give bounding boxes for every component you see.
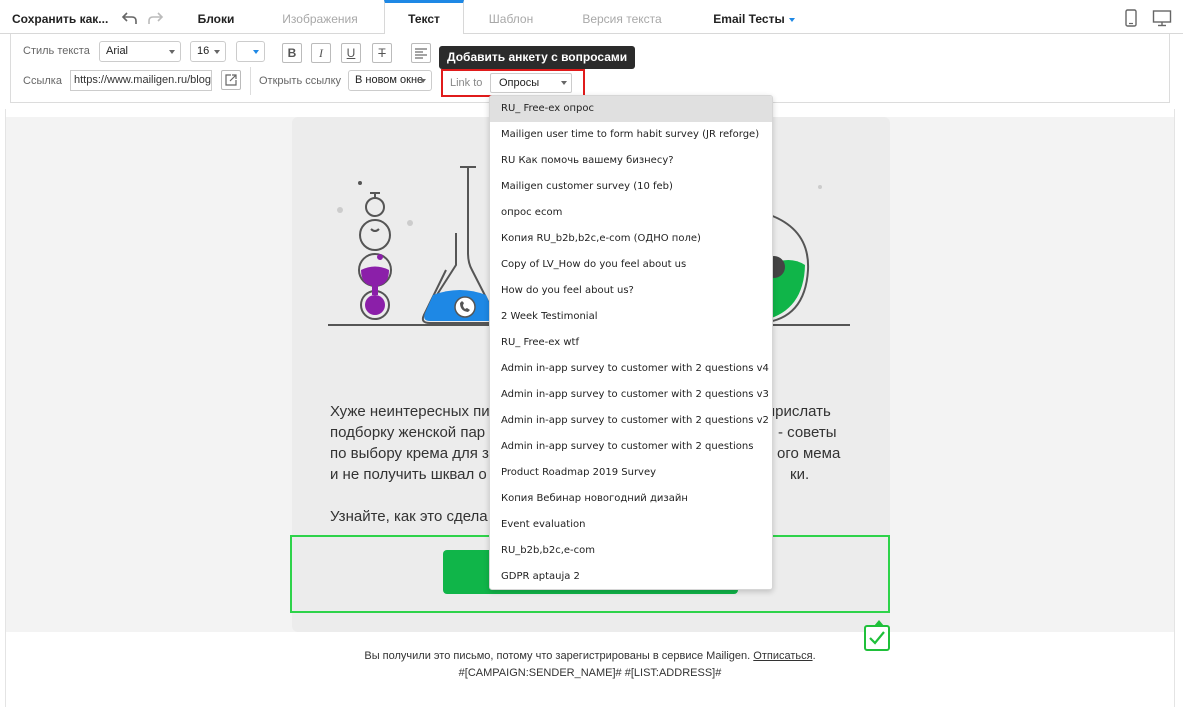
link-to-select[interactable]: Опросы bbox=[490, 73, 572, 93]
link-to-label: Link to bbox=[450, 77, 483, 89]
paragraph-line: Хуже неинтересных пи bbox=[330, 403, 490, 420]
tab-images-label: Изображения bbox=[282, 12, 358, 26]
tab-text-version[interactable]: Версия текста bbox=[570, 0, 674, 34]
paragraph-line-right: прислать bbox=[767, 403, 831, 420]
tab-text-version-label: Версия текста bbox=[582, 12, 662, 26]
font-family-select[interactable]: Arial bbox=[99, 41, 181, 62]
divider bbox=[250, 67, 251, 95]
add-survey-tooltip: Добавить анкету с вопросами bbox=[439, 46, 636, 74]
chevron-down-icon bbox=[561, 81, 567, 85]
dropdown-option[interactable]: Mailigen customer survey (10 feb) bbox=[490, 174, 772, 200]
dropdown-option[interactable]: Admin in-app survey to customer with 2 q… bbox=[490, 356, 772, 382]
dropdown-option[interactable]: GDPR aptauja 2 bbox=[490, 564, 772, 589]
top-tab-bar: Сохранить как... Блоки Изображения Текст… bbox=[0, 0, 1183, 35]
mobile-preview-icon[interactable] bbox=[1121, 9, 1141, 27]
dropdown-option[interactable]: Admin in-app survey to customer with 2 q… bbox=[490, 382, 772, 408]
dropdown-option[interactable]: Копия RU_b2b,b2c,e-com (ОДНО поле) bbox=[490, 226, 772, 252]
paragraph-line: подборку женской пар bbox=[330, 424, 486, 441]
dropdown-option[interactable]: опрос ecom bbox=[490, 200, 772, 226]
chevron-down-icon bbox=[169, 50, 175, 54]
paragraph-line: и не получить шквал о bbox=[330, 466, 487, 483]
footer-text: Вы получили это письмо, потому что зарег… bbox=[364, 650, 751, 662]
dropdown-option[interactable]: 2 Week Testimonial bbox=[490, 304, 772, 330]
save-as-button[interactable]: Сохранить как... bbox=[12, 12, 108, 26]
redo-icon[interactable] bbox=[146, 9, 164, 27]
align-left-icon bbox=[415, 48, 427, 59]
font-family-value: Arial bbox=[106, 45, 129, 57]
open-link-value: В новом окне bbox=[355, 74, 424, 86]
dropdown-option[interactable]: Mailigen user time to form habit survey … bbox=[490, 122, 772, 148]
tab-template-label: Шаблон bbox=[488, 12, 534, 26]
edit-link-button[interactable] bbox=[221, 70, 241, 90]
font-size-value: 16 bbox=[197, 45, 210, 57]
dropdown-option[interactable]: Event evaluation bbox=[490, 512, 772, 538]
underline-button[interactable]: U bbox=[341, 43, 361, 63]
dropdown-option[interactable]: RU_ Free-ex wtf bbox=[490, 330, 772, 356]
footer-period: . bbox=[812, 650, 816, 662]
dropdown-option[interactable]: RU Как помочь вашему бизнесу? bbox=[490, 148, 772, 174]
italic-button[interactable]: I bbox=[311, 43, 331, 63]
desktop-preview-icon[interactable] bbox=[1152, 9, 1172, 27]
dropdown-option[interactable]: RU_ Free-ex опрос bbox=[490, 96, 772, 122]
tab-images[interactable]: Изображения bbox=[270, 0, 370, 34]
link-url-input[interactable]: https://www.mailigen.ru/blog bbox=[70, 70, 212, 91]
link-to-control: Link to Опросы bbox=[441, 69, 585, 97]
dropdown-option[interactable]: How do you feel about us? bbox=[490, 278, 772, 304]
survey-dropdown: RU_ Free-ex опрос Mailigen user time to … bbox=[489, 95, 773, 590]
strikethrough-button[interactable]: T bbox=[372, 43, 392, 63]
font-size-select[interactable]: 16 bbox=[190, 41, 226, 62]
tab-text[interactable]: Текст bbox=[384, 0, 464, 35]
dropdown-option[interactable]: Admin in-app survey to customer with 2 q… bbox=[490, 408, 772, 434]
align-left-button[interactable] bbox=[411, 43, 431, 63]
check-icon bbox=[869, 631, 885, 645]
tab-blocks-label: Блоки bbox=[197, 12, 235, 26]
chevron-down-icon bbox=[253, 50, 259, 54]
paragraph-line-right: - советы bbox=[778, 424, 837, 441]
tab-blocks[interactable]: Блоки bbox=[185, 0, 247, 34]
footer-tokens: #[CAMPAIGN:SENDER_NAME]# #[LIST:ADDRESS]… bbox=[458, 667, 722, 679]
tab-email-tests[interactable]: Email Тесты bbox=[706, 0, 802, 34]
paragraph-line-right: ки. bbox=[790, 466, 810, 483]
tab-text-label: Текст bbox=[408, 12, 440, 26]
email-footer: Вы получили это письмо, потому что зарег… bbox=[290, 648, 890, 682]
dropdown-option[interactable]: Admin in-app survey to customer with 2 q… bbox=[490, 434, 772, 460]
link-label: Ссылка bbox=[23, 75, 62, 87]
dropdown-option[interactable]: Copy of LV_How do you feel about us bbox=[490, 252, 772, 278]
chevron-down-icon bbox=[788, 17, 795, 22]
undo-icon[interactable] bbox=[121, 9, 139, 27]
chevron-down-icon bbox=[214, 50, 220, 54]
dropdown-option[interactable]: Копия Вебинар новогодний дизайн bbox=[490, 486, 772, 512]
link-to-value: Опросы bbox=[499, 77, 540, 89]
paragraph-line: по выбору крема для з bbox=[330, 445, 489, 462]
email-editor: Сохранить как... Блоки Изображения Текст… bbox=[0, 0, 1183, 707]
paragraph-line-right: ого мема bbox=[777, 445, 841, 462]
text-style-label: Стиль текста bbox=[23, 45, 90, 57]
dropdown-option[interactable]: RU_b2b,b2c,e-com bbox=[490, 538, 772, 564]
dropdown-option[interactable]: Product Roadmap 2019 Survey bbox=[490, 460, 772, 486]
unsubscribe-link[interactable]: Отписаться bbox=[753, 650, 812, 662]
line-height-select[interactable] bbox=[236, 41, 265, 62]
tab-template[interactable]: Шаблон bbox=[478, 0, 544, 34]
open-link-select[interactable]: В новом окне bbox=[348, 70, 432, 91]
chevron-down-icon bbox=[420, 79, 426, 83]
external-link-icon bbox=[225, 74, 237, 86]
open-link-label: Открыть ссылку bbox=[259, 75, 342, 87]
bold-button[interactable]: B bbox=[282, 43, 302, 63]
tab-email-tests-label: Email Тесты bbox=[713, 12, 785, 26]
